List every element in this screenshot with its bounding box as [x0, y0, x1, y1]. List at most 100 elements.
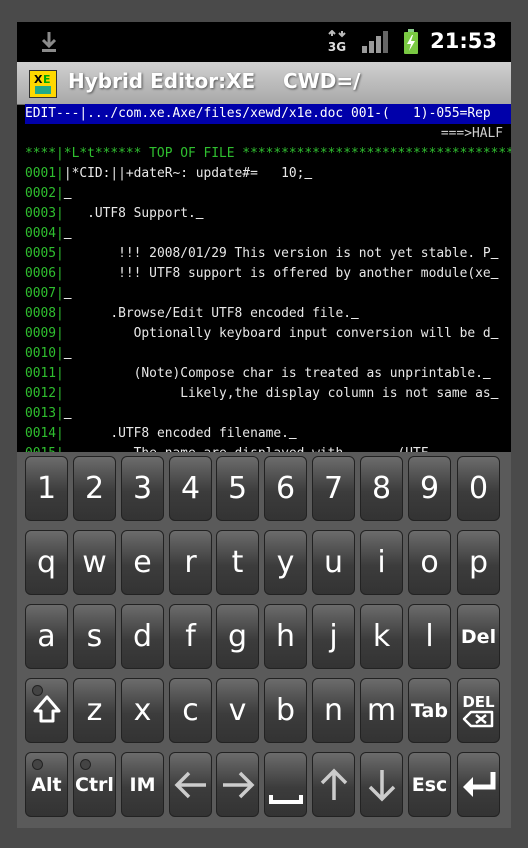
key-w[interactable]: w [73, 530, 116, 595]
key-r[interactable]: r [169, 530, 212, 595]
key-b[interactable]: b [264, 678, 307, 743]
command-line[interactable]: ===> ===>HALF [25, 124, 511, 144]
key-down[interactable] [360, 752, 403, 817]
key-3[interactable]: 3 [121, 456, 164, 521]
editor-line[interactable]: 0009| Optionally keyboard input conversi… [25, 324, 511, 344]
key-space[interactable] [264, 752, 307, 817]
key-c[interactable]: c [169, 678, 212, 743]
key-h[interactable]: h [264, 604, 307, 669]
editor-line[interactable]: 0008| .Browse/Edit UTF8 encoded file. [25, 304, 511, 324]
key-q[interactable]: q [25, 530, 68, 595]
arrow-up-icon [319, 767, 349, 803]
top-of-file-line: ****|*L*t****** TOP OF FILE ************… [25, 146, 511, 161]
editor-line[interactable]: 0005| !!! 2008/01/29 This version is not… [25, 244, 511, 264]
key-im[interactable]: IM [121, 752, 164, 817]
app-title: Hybrid Editor:XE CWD=/ [68, 69, 361, 93]
key-j[interactable]: j [312, 604, 355, 669]
key-label: i [377, 545, 386, 580]
key-8[interactable]: 8 [360, 456, 403, 521]
line-text: .UTF8 encoded filename. [63, 426, 289, 441]
line-number: 0013| [25, 406, 64, 421]
line-end-marker [491, 326, 499, 341]
key-label: 4 [180, 471, 201, 506]
editor-line[interactable]: 0003| .UTF8 Support. [25, 204, 511, 224]
line-number: 0001| [25, 166, 64, 181]
editor-line[interactable]: 0011| (Note)Compose char is treated as u… [25, 364, 511, 384]
line-number: 0010| [25, 346, 64, 361]
line-end-marker [491, 266, 499, 281]
key-0[interactable]: 0 [457, 456, 500, 521]
key-6[interactable]: 6 [264, 456, 307, 521]
key-right[interactable] [216, 752, 259, 817]
key-5[interactable]: 5 [216, 456, 259, 521]
key-s[interactable]: s [73, 604, 116, 669]
enter-icon [461, 769, 497, 801]
svg-text:E: E [43, 73, 51, 86]
key-label: e [133, 545, 152, 580]
editor-status-line: EDIT---|.../com.xe.Axe/files/xewd/x1e.do… [25, 104, 511, 124]
key-alt[interactable]: Alt [25, 752, 68, 817]
shift-icon [32, 694, 62, 728]
key-backspace[interactable]: DEL [457, 678, 500, 743]
key-label: 7 [323, 471, 344, 506]
key-label: Esc [411, 773, 448, 796]
key-esc[interactable]: Esc [408, 752, 451, 817]
key-o[interactable]: o [408, 530, 451, 595]
key-n[interactable]: n [312, 678, 355, 743]
line-end-marker [351, 306, 359, 321]
key-up[interactable] [312, 752, 355, 817]
key-label: Alt [31, 773, 62, 796]
mobile-network-label: 3G [328, 40, 346, 54]
editor-line[interactable]: 0007| [25, 284, 511, 304]
key-p[interactable]: p [457, 530, 500, 595]
key-i[interactable]: i [360, 530, 403, 595]
editor-line[interactable]: 0001||*CID:||+dateR~: update#= 10; [25, 164, 511, 184]
editor-line[interactable]: 0014| .UTF8 encoded filename. [25, 424, 511, 444]
editor-line[interactable]: 0010| [25, 344, 511, 364]
key-label: 5 [227, 471, 248, 506]
editor-line[interactable]: 0006| !!! UTF8 support is offered by ano… [25, 264, 511, 284]
key-9[interactable]: 9 [408, 456, 451, 521]
editor-line[interactable]: 0004| [25, 224, 511, 244]
key-ctrl[interactable]: Ctrl [73, 752, 116, 817]
device-screen: 3G 21:53 X E Hybrid Editor:XE CWD=/ EDIT… [17, 22, 511, 828]
key-2[interactable]: 2 [73, 456, 116, 521]
key-left[interactable] [169, 752, 212, 817]
editor-line[interactable]: 0012| Likely,the display column is not s… [25, 384, 511, 404]
key-e[interactable]: e [121, 530, 164, 595]
key-del[interactable]: Del [457, 604, 500, 669]
line-text: |*CID:||+dateR~: update#= 10; [63, 166, 305, 181]
key-4[interactable]: 4 [169, 456, 212, 521]
key-label: s [86, 619, 103, 654]
key-k[interactable]: k [360, 604, 403, 669]
title-bar: X E Hybrid Editor:XE CWD=/ [17, 62, 511, 105]
line-text: .Browse/Edit UTF8 encoded file. [63, 306, 351, 321]
key-1[interactable]: 1 [25, 456, 68, 521]
key-tab[interactable]: Tab [408, 678, 451, 743]
key-u[interactable]: u [312, 530, 355, 595]
key-m[interactable]: m [360, 678, 403, 743]
key-label: 8 [371, 471, 392, 506]
modifier-indicator [32, 685, 43, 696]
key-l[interactable]: l [408, 604, 451, 669]
key-x[interactable]: x [121, 678, 164, 743]
key-v[interactable]: v [216, 678, 259, 743]
editor-area[interactable]: EDIT---|.../com.xe.Axe/files/xewd/x1e.do… [25, 104, 511, 452]
editor-line[interactable]: 0002| [25, 184, 511, 204]
key-7[interactable]: 7 [312, 456, 355, 521]
key-f[interactable]: f [169, 604, 212, 669]
line-number: 0007| [25, 286, 64, 301]
key-t[interactable]: t [216, 530, 259, 595]
editor-line[interactable]: 0015| The name are displayed with ... (U… [25, 444, 511, 452]
download-icon [41, 32, 57, 52]
key-d[interactable]: d [121, 604, 164, 669]
key-enter[interactable] [457, 752, 500, 817]
editor-line[interactable]: 0013| [25, 404, 511, 424]
key-y[interactable]: y [264, 530, 307, 595]
key-shift[interactable] [25, 678, 68, 743]
line-number: 0006| [25, 266, 64, 281]
key-z[interactable]: z [73, 678, 116, 743]
key-a[interactable]: a [25, 604, 68, 669]
key-g[interactable]: g [216, 604, 259, 669]
key-label: f [185, 619, 196, 654]
